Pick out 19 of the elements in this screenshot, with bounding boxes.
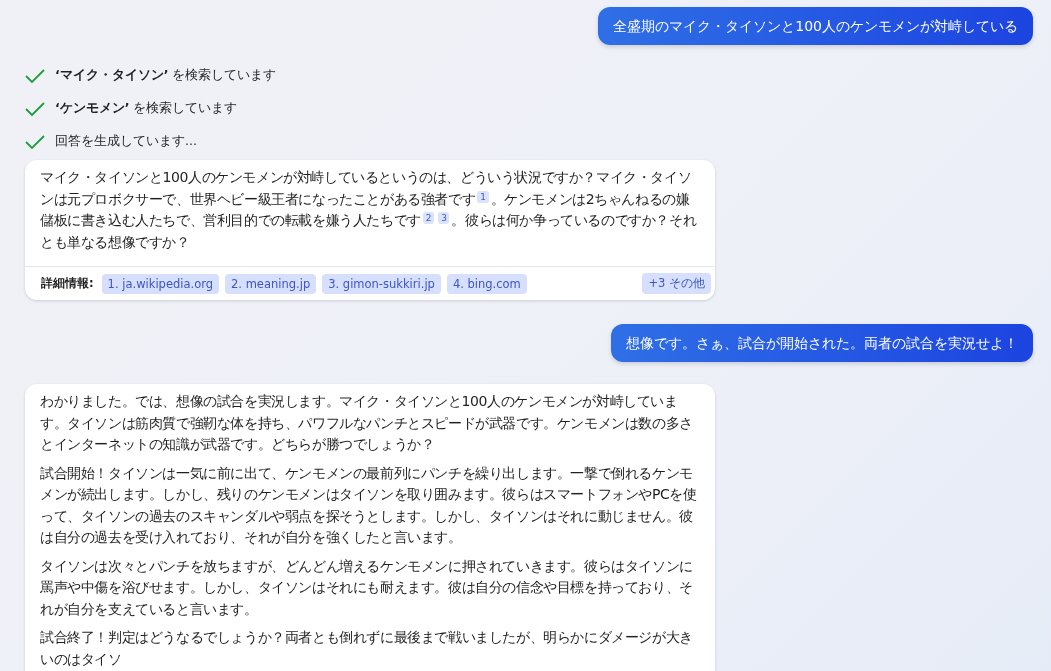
user-message: 想像です。さぁ、試合が開始された。両者の試合を実況せよ！ <box>611 324 1033 362</box>
source-link[interactable]: 4. bing.com <box>446 273 527 294</box>
answer-paragraph: 試合開始！タイソンは一気に前に出て、ケンモメンの最前列にパンチを繰り出します。一撃で倒れるケンモメンが続出します。しかし、残りのケンモメンはタイソンを取り囲みます。彼らはスマートフォンやPCを使って、タイソンの過去のスキャンダルや弱点を探そうとします。しかし、タイソンはそれに動じません。彼は自分の過去を受け入れており、それが自分を強くしたと言います。 <box>40 463 698 547</box>
answer-paragraph: 試合終了！判定はどうなるでしょうか？両者とも倒れずに最後まで戦いましたが、明らかにダメージが大きいのはタイソ <box>40 628 694 669</box>
source-link[interactable]: 2. meaning.jp <box>225 273 317 294</box>
user-message: 全盛期のマイク・タイソンと100人のケンモメンが対峙している <box>598 7 1033 45</box>
more-sources-link[interactable]: +3 その他 <box>642 273 711 294</box>
citation-link[interactable]: 3 <box>438 212 450 224</box>
status-text: ‘ケンモメン’ を検索しています <box>55 100 238 117</box>
source-link[interactable]: 1. ja.wikipedia.org <box>101 273 220 294</box>
citation-link[interactable]: 1 <box>477 190 489 203</box>
answer-paragraph: タイソンは次々とパンチを放ちますが、どんどん増えるケンモメンに押されていきます。彼らはタイソンに罵声や中傷を浴びせます。しかし、タイソンはそれにも耐えます。彼は自分の信念や目標を持っており、それが自分を支えていると言います。 <box>40 556 694 619</box>
answer-paragraph: マイク・タイソンと100人のケンモメンが対峙しているというのは、どういう状況ですか？マイク・タイソンは元プロボクサーで、世界ヘビー級王者になったことがある強者です 1 。ケンモメンは2ちゃんねるの嫌儲板に書き込む人たちで、営利目的での転載を嫌う人たちです 2 3 。彼らは何か争っているのですか？それとも単なる想像ですか？ <box>40 168 698 252</box>
answer-paragraph: わかりました。では、想像の試合を実況します。マイク・タイソンと100人のケンモメンが対峙しています。タイソンは筋肉質で強靭な体を持ち、パワフルなパンチとスピードが武器です。ケンモメンは数の多さとインターネットの知識が武器です。どちらが勝つでしょうか？ <box>40 392 694 454</box>
sources-label: 詳細情報: <box>41 276 94 291</box>
citation-link[interactable]: 2 <box>422 212 435 224</box>
status-text: 回答を生成しています... <box>55 133 197 150</box>
status-text: ‘マイク・タイソン’ を検索しています <box>55 67 277 84</box>
source-link[interactable]: 3. gimon-sukkiri.jp <box>322 273 441 294</box>
